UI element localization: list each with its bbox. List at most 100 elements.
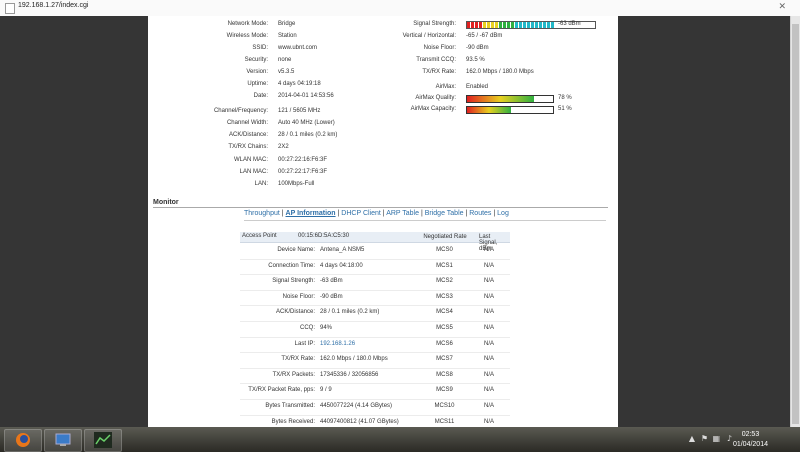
last-signal: N/A (484, 293, 495, 300)
vertical-scrollbar[interactable] (790, 16, 800, 427)
negotiated-rate: MCS11 (434, 418, 455, 425)
row-label: Bytes Transmitted: (265, 402, 315, 409)
signal-meter-segment (503, 22, 506, 28)
signal-meter-segment (543, 22, 546, 28)
last-signal: N/A (484, 356, 495, 363)
row-label: ACK/Distance: (275, 309, 315, 316)
table-row: Device Name: Antena_A NSM5 MCS0 N/A (240, 244, 510, 260)
clock-date: 01/04/2014 (732, 441, 768, 448)
status-row: LAN MAC: 00:27:22:17:F6:3F (148, 168, 448, 177)
vh-label: Vertical / Horizontal: (402, 33, 456, 39)
tab-arp-table[interactable]: ARP Table (386, 210, 419, 217)
taskbar-clock[interactable]: 02:53 01/04/2014 (733, 430, 768, 450)
table-row: ACK/Distance: 28 / 0.1 miles (0.2 km) MCS4… (240, 306, 510, 322)
tab-ap-information[interactable]: AP Information (286, 210, 336, 217)
negotiated-rate: MCS4 (436, 309, 453, 316)
tray-volume-icon[interactable]: ♪ (727, 434, 732, 443)
monitor-section-title: Monitor (153, 199, 179, 206)
last-signal: N/A (484, 402, 495, 409)
signal-meter-segment (515, 22, 518, 28)
signal-meter-segment (499, 22, 502, 28)
network-app-taskbar-button[interactable] (44, 429, 82, 452)
status-row: Channel Width: Auto 40 MHz (Lower) (148, 119, 448, 128)
last-ip-link[interactable]: 192.168.1.26 (320, 341, 355, 347)
airmax-quality-label: AirMax Quality: (415, 95, 456, 101)
row-label: TX/RX Packets: (272, 371, 315, 378)
row-label: Last IP: (294, 340, 315, 347)
row-label: TX/RX Packet Rate, pps: (248, 387, 315, 394)
row-value: 44097400812 (41.07 GBytes) (320, 418, 399, 425)
tab-bridge-table[interactable]: Bridge Table (425, 210, 464, 217)
row-label: Device Name: (277, 247, 315, 253)
airmax-capacity-label: AirMax Capacity: (410, 106, 456, 112)
noise-label: Noise Floor: (423, 45, 456, 51)
url-text[interactable]: 192.168.1.27/index.cgi (18, 2, 88, 9)
status-label: WLAN MAC: (233, 157, 268, 163)
rate-label: TX/RX Rate: (422, 69, 456, 75)
table-row: TX/RX Rate: 162.0 Mbps / 180.0 Mbps MCS7 N/… (240, 353, 510, 369)
negotiated-rate: MCS1 (436, 262, 453, 269)
status-row: LAN: 100Mbps-Full (148, 180, 448, 189)
signal-meter-segment (519, 22, 522, 28)
windows-taskbar: ▲ ⚑ ▦ ♪ 02:53 01/04/2014 (0, 427, 800, 452)
airmax-capacity-meter (466, 106, 554, 114)
vh-value: -65 / -67 dBm (466, 33, 503, 39)
signal-meter-segment (487, 22, 490, 28)
status-row: TX/RX Chains: 2X2 (148, 143, 448, 152)
signal-meter-segment (491, 22, 494, 28)
table-row: Noise Floor: -90 dBm MCS3 N/A (240, 291, 510, 307)
row-value: 17345336 / 32056856 (320, 371, 379, 378)
table-row: Bytes Transmitted: 4450077224 (4.14 GByte… (240, 400, 510, 416)
negotiated-rate: MCS2 (436, 278, 453, 285)
tray-network-icon[interactable]: ▦ (712, 434, 720, 443)
table-row: Connection Time: 4 days 04:18:00 MCS1 N/A (240, 260, 510, 276)
network-monitor-icon (55, 433, 71, 446)
signal-meter-segment (511, 22, 514, 28)
status-value: Auto 40 MHz (Lower) (278, 120, 335, 126)
monitor-tab-bar: Throughput | AP Information | DHCP Clien… (244, 210, 509, 217)
terminal-taskbar-button[interactable] (84, 429, 122, 452)
airmax-quality-meter (466, 95, 554, 103)
close-icon[interactable]: ✕ (778, 2, 786, 12)
browser-address-bar[interactable]: 192.168.1.27/index.cgi ✕ (0, 0, 800, 17)
page-icon (5, 3, 15, 14)
scrollbar-thumb[interactable] (792, 24, 799, 424)
signal-meter-segment (531, 22, 534, 28)
tab-log[interactable]: Log (497, 210, 509, 217)
row-label: Signal Strength: (272, 278, 315, 285)
ccq-label: Transmit CCQ: (416, 57, 456, 63)
last-signal: N/A (484, 340, 495, 347)
row-value: 4450077224 (4.14 GBytes) (320, 402, 393, 409)
table-row: TX/RX Packet Rate, pps: 9 / 9 MCS9 N/A (240, 384, 510, 400)
last-signal: N/A (484, 247, 495, 253)
airmax-quality-value: 78 % (558, 95, 572, 101)
last-signal: N/A (484, 278, 495, 285)
firefox-taskbar-button[interactable] (4, 429, 42, 452)
status-row: ACK/Distance: 28 / 0.1 miles (0.2 km) (148, 131, 448, 140)
row-label: Connection Time: (268, 262, 315, 269)
airmax-capacity-value: 51 % (558, 106, 572, 112)
status-value: 00:27:22:16:F6:3F (278, 157, 328, 163)
row-value: 28 / 0.1 miles (0.2 km) (320, 309, 380, 316)
signal-meter-segment (527, 22, 530, 28)
signal-app-icon (94, 432, 112, 448)
row-value: 9 / 9 (320, 387, 332, 394)
page-content: Network Mode: Bridge Wireless Mode: Station… (148, 16, 618, 432)
negotiated-rate: MCS7 (436, 356, 453, 363)
tab-throughput[interactable]: Throughput (244, 210, 280, 217)
signal-meter-segment (539, 22, 542, 28)
signal-meter-segment (483, 22, 486, 28)
status-label: LAN: (254, 181, 268, 187)
row-value: 4 days 04:18:00 (320, 262, 363, 269)
table-row: Last IP: 192.168.1.26 MCS6 N/A (240, 338, 510, 354)
tab-routes[interactable]: Routes (469, 210, 491, 217)
ccq-value: 93.5 % (466, 57, 485, 63)
tray-flag-icon[interactable]: ⚑ (701, 434, 708, 443)
signal-strength-value: -63 dBm (558, 21, 581, 27)
negotiated-rate-header: Negotiated Rate (423, 234, 467, 240)
last-signal: N/A (484, 309, 495, 316)
status-value: 100Mbps-Full (278, 181, 315, 187)
tab-dhcp-client[interactable]: DHCP Client (341, 210, 381, 217)
tray-arrow-icon[interactable]: ▲ (689, 434, 695, 443)
noise-value: -90 dBm (466, 45, 489, 51)
